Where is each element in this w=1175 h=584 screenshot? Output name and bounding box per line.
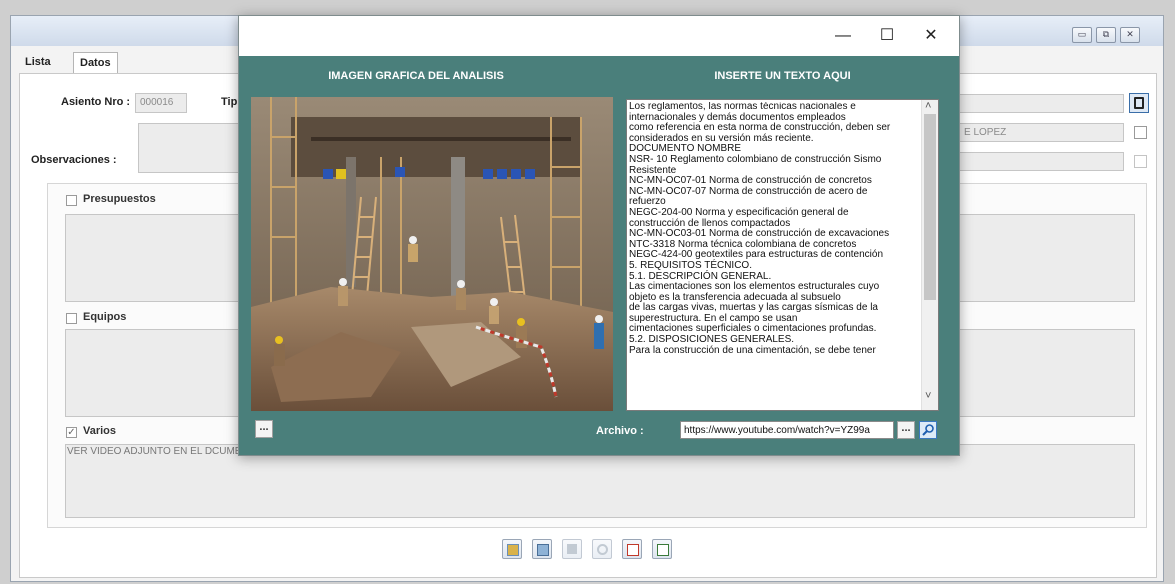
asiento-field[interactable]: 000016 xyxy=(135,93,187,113)
tab-datos[interactable]: Datos xyxy=(73,52,118,73)
magnifier-icon xyxy=(922,424,934,436)
tipo-field[interactable] xyxy=(959,94,1124,113)
dialog-close-button[interactable]: ✕ xyxy=(911,24,951,48)
edit-record-button[interactable] xyxy=(532,539,552,559)
dialog-minimize-button[interactable]: — xyxy=(823,24,863,48)
dialog-maximize-button[interactable]: ☐ xyxy=(867,24,907,48)
parent-minimize-button[interactable]: ▭ xyxy=(1072,27,1092,43)
equipos-label: Equipos xyxy=(83,311,127,323)
archivo-browse-button[interactable]: ... xyxy=(897,421,915,439)
lookup-button[interactable] xyxy=(1129,93,1149,113)
lookup-icon xyxy=(1134,97,1144,109)
archivo-url-input[interactable] xyxy=(680,421,894,439)
varios-checkbox[interactable]: ✓ xyxy=(66,427,77,438)
new-icon xyxy=(507,544,519,556)
tab-lista[interactable]: Lista xyxy=(19,52,57,72)
nombre-checkbox[interactable] xyxy=(1134,126,1147,139)
construction-site-image xyxy=(251,97,613,411)
tipo-label: Tip xyxy=(221,96,238,108)
nombre-field[interactable]: E LOPEZ xyxy=(959,123,1124,142)
presupuestos-label: Presupuestos xyxy=(83,193,156,205)
notes-text: Los reglamentos, las normas técnicas nac… xyxy=(629,102,891,356)
undo-button[interactable] xyxy=(592,539,612,559)
extra-checkbox[interactable] xyxy=(1134,155,1147,168)
notes-scrollbar[interactable]: ˄ ˅ xyxy=(921,100,938,410)
scroll-thumb[interactable] xyxy=(924,114,936,300)
observaciones-field[interactable] xyxy=(138,123,248,173)
print-icon xyxy=(657,544,669,556)
delete-button[interactable] xyxy=(622,539,642,559)
scroll-up-arrow[interactable]: ˄ xyxy=(925,100,931,112)
scroll-down-arrow[interactable]: ˅ xyxy=(925,390,931,402)
analysis-dialog: — ☐ ✕ IMAGEN GRAFICA DEL ANALISIS INSERT… xyxy=(238,15,960,456)
delete-icon xyxy=(627,544,639,556)
observaciones-label: Observaciones : xyxy=(31,154,117,166)
image-browse-button[interactable]: ... xyxy=(255,420,273,438)
parent-restore-button[interactable]: ⧉ xyxy=(1096,27,1116,43)
archivo-label: Archivo : xyxy=(596,425,644,437)
undo-icon xyxy=(597,544,608,555)
print-button[interactable] xyxy=(652,539,672,559)
asiento-label: Asiento Nro : xyxy=(61,96,131,108)
presupuestos-checkbox[interactable] xyxy=(66,195,77,206)
text-header: INSERTE UN TEXTO AQUI xyxy=(714,70,851,82)
save-icon xyxy=(567,544,577,554)
varios-label: Varios xyxy=(83,425,117,437)
extra-field[interactable] xyxy=(959,152,1124,171)
notes-textarea[interactable]: Los reglamentos, las normas técnicas nac… xyxy=(626,99,939,411)
archivo-open-button[interactable] xyxy=(919,421,937,439)
dialog-body: IMAGEN GRAFICA DEL ANALISIS INSERTE UN T… xyxy=(239,56,959,455)
equipos-checkbox[interactable] xyxy=(66,313,77,324)
save-button[interactable] xyxy=(562,539,582,559)
image-header: IMAGEN GRAFICA DEL ANALISIS xyxy=(328,70,504,82)
parent-close-button[interactable]: ✕ xyxy=(1120,27,1140,43)
new-record-button[interactable] xyxy=(502,539,522,559)
edit-icon xyxy=(537,544,549,556)
